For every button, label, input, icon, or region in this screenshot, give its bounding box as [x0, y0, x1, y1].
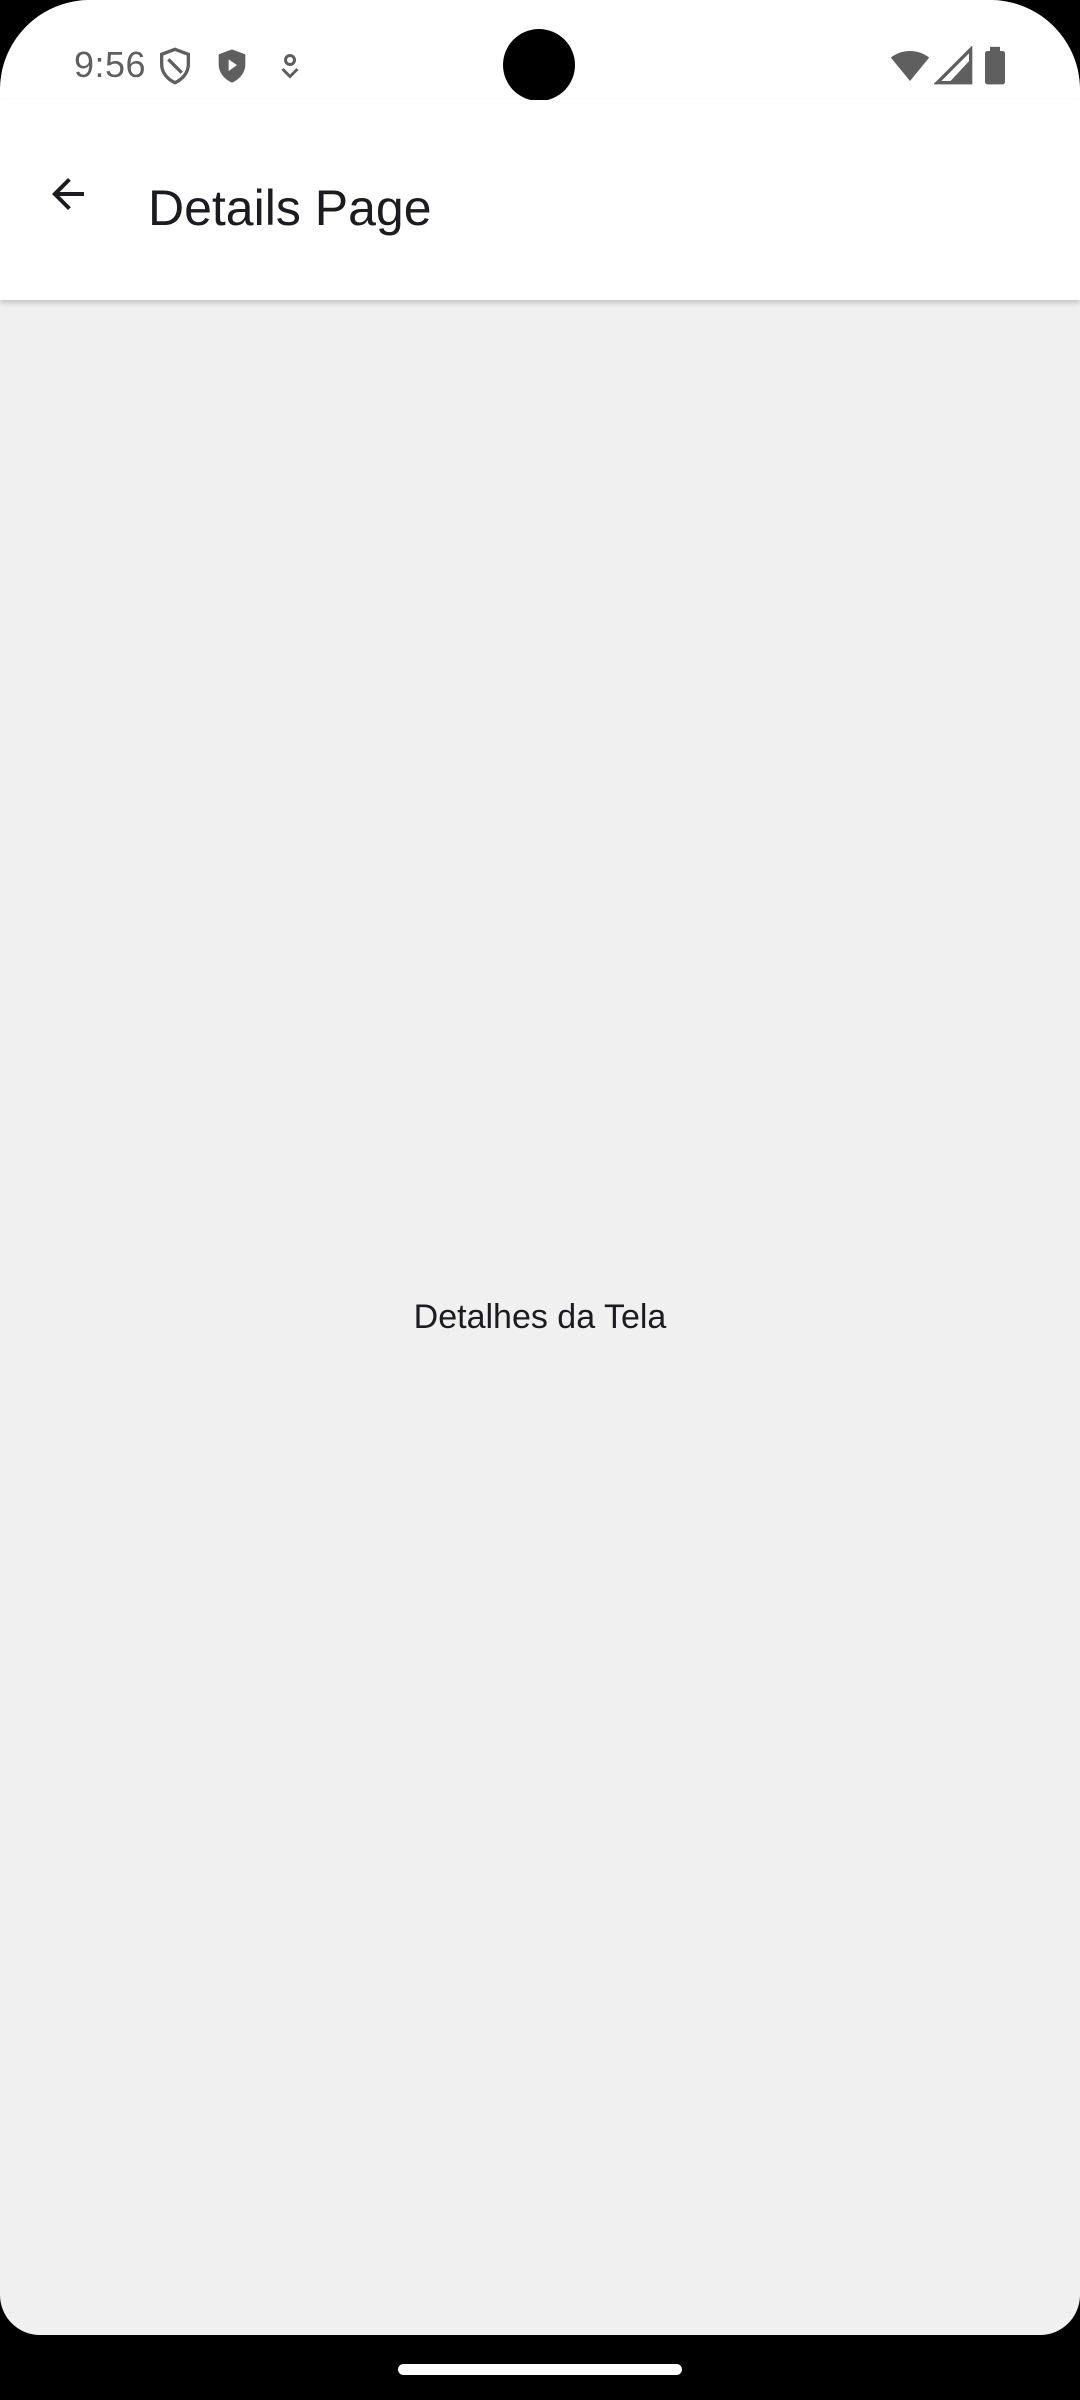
app-bar: Details Page [0, 100, 1080, 300]
status-bar: 9:56 [0, 0, 1080, 101]
page-title: Details Page [148, 180, 432, 236]
shield-outline-icon [155, 46, 195, 86]
back-button[interactable] [28, 154, 108, 234]
gesture-nav-handle[interactable] [398, 2364, 682, 2375]
details-text: Detalhes da Tela [413, 1298, 667, 1336]
app-screen: 9:56 Details Page Detalhes da Tela [0, 0, 1080, 2335]
status-time: 9:56 [74, 44, 147, 85]
wifi-icon [888, 46, 932, 86]
battery-icon [982, 46, 1008, 86]
camera-cutout [503, 29, 575, 101]
cellular-signal-icon [933, 45, 974, 86]
arrow-back-icon [52, 178, 84, 210]
shield-play-icon [212, 46, 252, 86]
location-pin-icon [272, 46, 308, 86]
